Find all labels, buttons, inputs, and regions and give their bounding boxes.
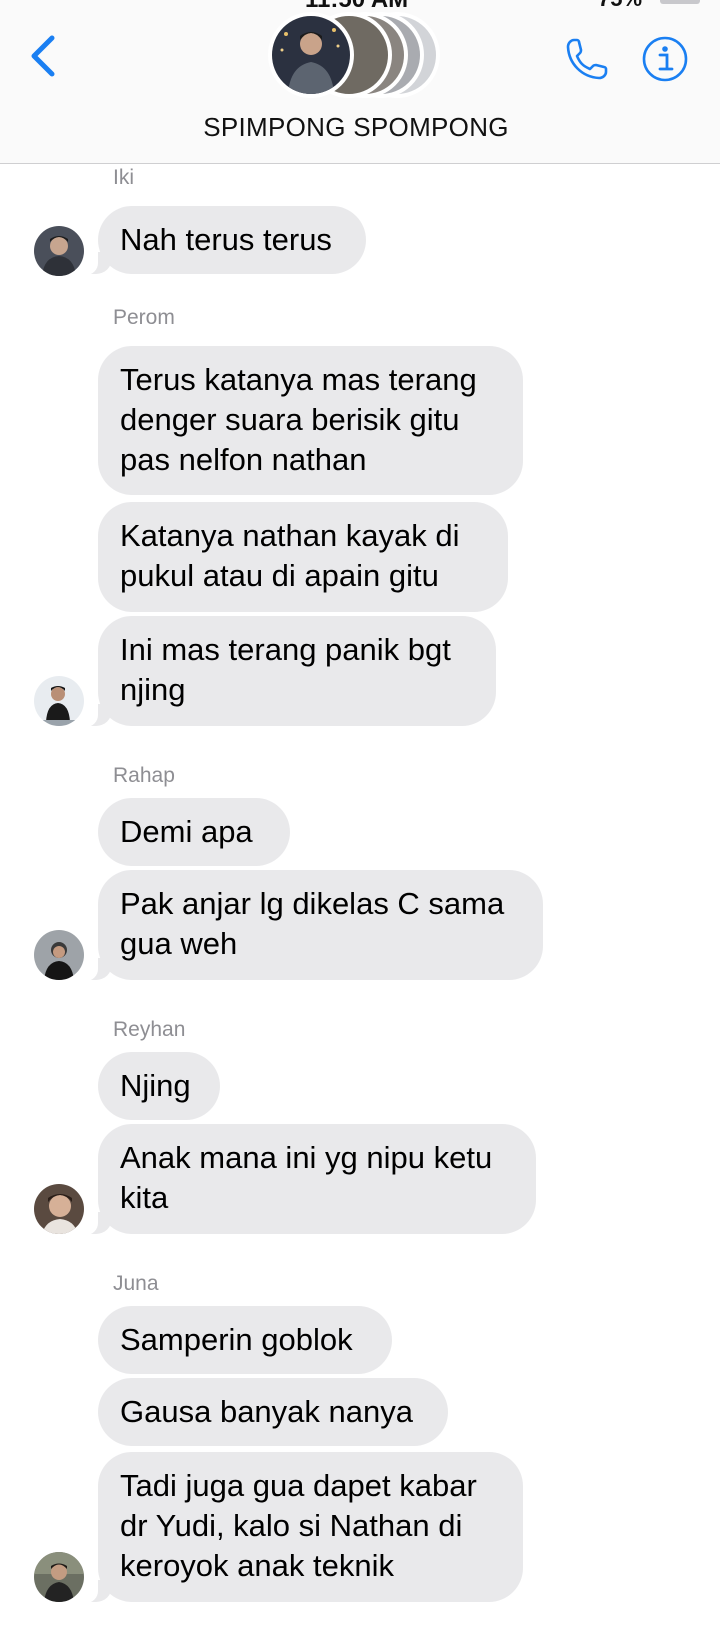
message-bubble[interactable]: Njing [98,1052,220,1120]
group-avatar-stack[interactable] [268,10,458,100]
sender-name: Perom [113,306,175,329]
status-time: 11:50 AM [305,0,408,8]
message-bubble[interactable]: Katanya nathan kayak di pukul atau di ap… [98,502,508,612]
message-bubble[interactable]: Nah terus terus [84,206,366,275]
member-avatar [268,12,354,98]
message-bubble[interactable]: Terus katanya mas terang denger suara be… [98,346,523,495]
message-bubble[interactable]: Demi apa [98,798,290,866]
battery-percentage: 75% [598,0,642,8]
status-bar: 11:50 AM 75% [0,0,720,8]
sender-name: Iki [113,166,134,189]
call-button[interactable] [562,34,612,84]
avatar[interactable] [34,676,84,726]
battery-icon [660,0,700,4]
chat-header: 11:50 AM 75% SPIMPONG SPOMPONG [0,0,720,164]
message-bubble[interactable]: Samperin goblok [98,1306,392,1374]
message-bubble[interactable]: Anak mana ini yg nipu ketu kita [84,1124,536,1235]
message-bubble[interactable]: Tadi juga gua dapet kabar dr Yudi, kalo … [84,1452,523,1603]
sender-name: Rahap [113,764,175,787]
info-icon [642,36,688,82]
person-photo-icon [42,686,76,726]
avatar[interactable] [34,1552,84,1602]
message-bubble[interactable]: Pak anjar lg dikelas C sama gua weh [84,870,543,981]
message-bubble[interactable]: Ini mas terang panik bgt njing [84,616,496,727]
phone-icon [566,38,608,80]
sender-name: Juna [113,1272,159,1295]
group-title[interactable]: SPIMPONG SPOMPONG [0,112,712,143]
person-photo-icon [44,942,74,980]
person-photo-icon [42,1194,78,1234]
person-photo-icon [280,28,340,94]
message-bubble[interactable]: Gausa banyak nanya [98,1378,448,1446]
person-photo-icon [42,236,76,276]
avatar[interactable] [34,930,84,980]
avatar[interactable] [34,226,84,276]
info-button[interactable] [640,34,690,84]
avatar[interactable] [34,1184,84,1234]
sender-name: Reyhan [113,1018,186,1041]
person-photo-icon [34,1552,84,1602]
back-button[interactable] [26,32,60,80]
chevron-left-icon [31,35,55,77]
